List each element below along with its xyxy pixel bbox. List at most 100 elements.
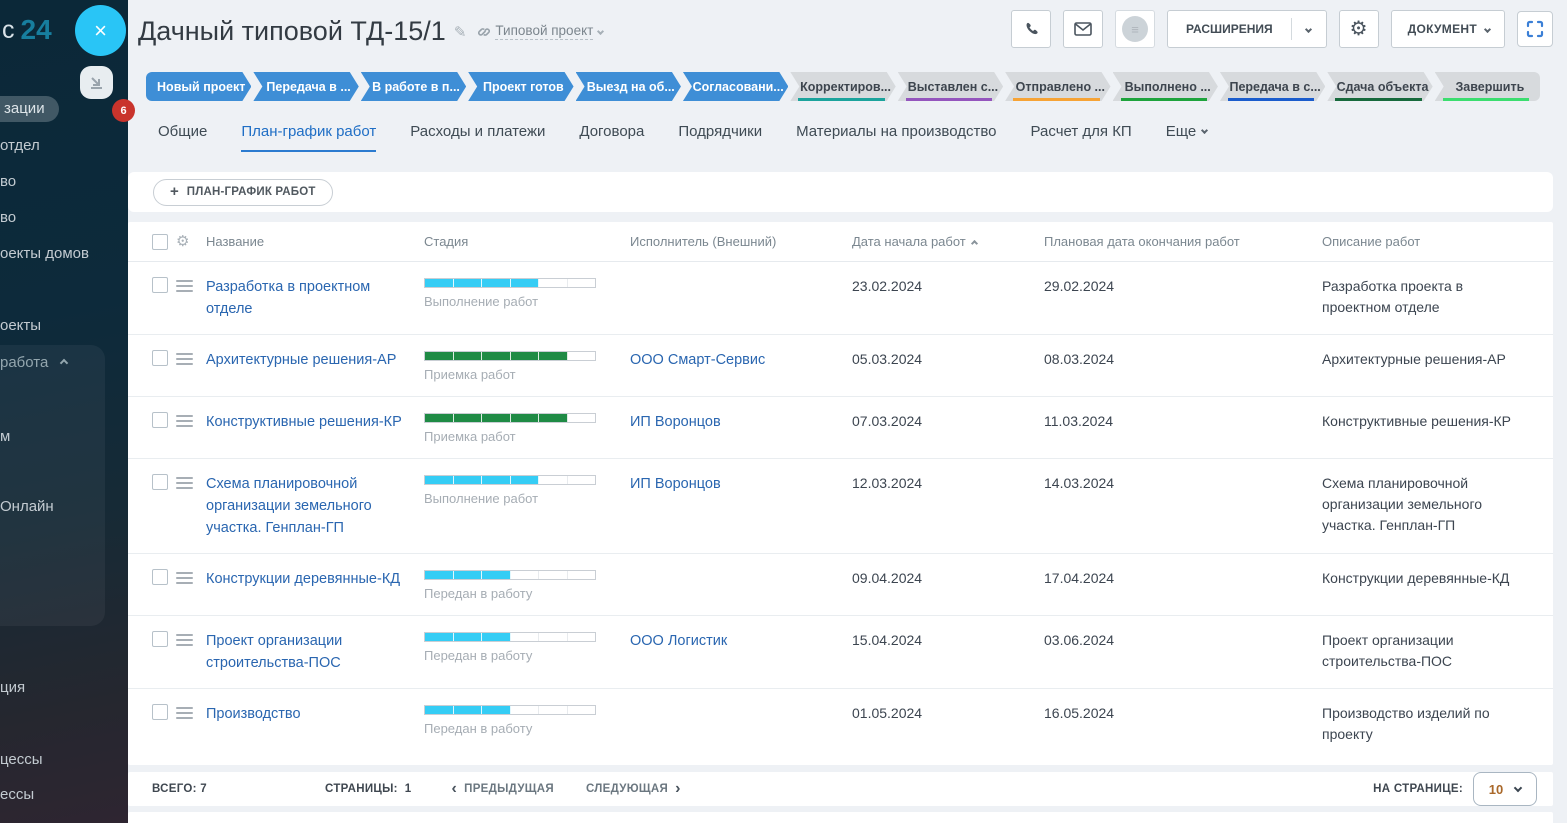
sidebar-section-work[interactable]: работа <box>0 354 67 371</box>
progress-bar <box>424 413 596 423</box>
progress-bar <box>424 705 596 715</box>
executor-link[interactable]: ИП Воронцов <box>630 411 735 433</box>
row-checkbox[interactable] <box>152 569 168 585</box>
stage-label: Выполнение работ <box>424 294 630 309</box>
work-item-link[interactable]: Конструктивные решения-КР <box>206 411 416 433</box>
row-checkbox[interactable] <box>152 631 168 647</box>
gear-icon: ⚙ <box>1350 19 1368 39</box>
row-checkbox[interactable] <box>152 277 168 293</box>
drag-handle-icon[interactable] <box>176 477 193 489</box>
tab-more[interactable]: Еще <box>1166 123 1208 152</box>
sidebar-item-department[interactable]: отдел <box>0 137 40 154</box>
sidebar-item-processes-2[interactable]: ессы <box>0 786 34 803</box>
sidebar-item-house-projects[interactable]: оекты домов <box>0 245 89 262</box>
work-item-link[interactable]: Производство <box>206 703 315 725</box>
end-date: 29.02.2024 <box>1044 276 1322 297</box>
sidebar-item-3[interactable]: во <box>0 209 16 226</box>
select-all-checkbox[interactable] <box>152 234 168 250</box>
work-item-link[interactable]: Схема планировочной организации земельно… <box>206 473 424 539</box>
tab-general[interactable]: Общие <box>158 123 207 152</box>
template-name: Типовой проект <box>495 23 593 40</box>
stage-label: Проект готов <box>483 80 564 94</box>
executor-link[interactable]: ИП Воронцов <box>630 473 735 495</box>
pipeline-stage[interactable]: Выставлен с... <box>898 72 1003 101</box>
close-button[interactable]: × <box>75 5 126 56</box>
row-checkbox[interactable] <box>152 704 168 720</box>
executor-link[interactable]: ООО Смарт-Сервис <box>630 349 779 371</box>
page-title: Дачный типовой ТД-15/1 <box>138 16 446 47</box>
drag-handle-icon[interactable] <box>176 707 193 719</box>
tab-contractors[interactable]: Подрядчики <box>678 123 762 152</box>
col-header-description[interactable]: Описание работ <box>1322 234 1537 249</box>
prev-page-button[interactable]: ‹ ПРЕДЫДУЩАЯ <box>451 781 553 797</box>
collapse-menu-button[interactable] <box>80 66 113 99</box>
pipeline-stage[interactable]: Выезд на об... <box>576 72 681 101</box>
1c-button[interactable]: ≡ <box>1115 10 1155 48</box>
add-schedule-button[interactable]: + ПЛАН-ГРАФИК РАБОТ <box>153 179 333 206</box>
next-page-button[interactable]: СЛЕДУЮЩАЯ › <box>586 781 681 797</box>
pipeline-stage[interactable]: Новый проект <box>146 72 251 101</box>
col-header-start-date[interactable]: Дата начала работ <box>852 234 1044 249</box>
sidebar-item-organizations[interactable]: зации <box>0 96 59 122</box>
col-header-name[interactable]: Название <box>206 234 424 249</box>
row-checkbox[interactable] <box>152 350 168 366</box>
settings-button[interactable]: ⚙ <box>1339 10 1379 48</box>
work-item-link[interactable]: Разработка в проектном отделе <box>206 276 424 320</box>
col-header-executor[interactable]: Исполнитель (Внешний) <box>630 234 852 249</box>
pipeline-stage[interactable]: Корректиров... <box>790 72 895 101</box>
stage-label: Приемка работ <box>424 429 630 444</box>
col-header-stage[interactable]: Стадия <box>424 234 630 249</box>
grid-settings-gear-icon[interactable]: ⚙ <box>176 234 206 249</box>
row-checkbox[interactable] <box>152 474 168 490</box>
extensions-button[interactable]: РАСШИРЕНИЯ <box>1167 10 1327 48</box>
col-header-end-date[interactable]: Плановая дата окончания работ <box>1044 234 1322 249</box>
pipeline-stage[interactable]: Проект готов <box>468 72 573 101</box>
pipeline-stage[interactable]: Сдача объекта <box>1327 72 1432 101</box>
stage-label: Новый проект <box>157 80 245 94</box>
start-date: 15.04.2024 <box>852 630 1044 651</box>
mail-icon <box>1074 22 1092 36</box>
document-button[interactable]: ДОКУМЕНТ <box>1391 10 1505 48</box>
per-page-select[interactable]: 10 <box>1473 772 1537 806</box>
work-item-link[interactable]: Архитектурные решения-АР <box>206 349 410 371</box>
extensions-dropdown[interactable] <box>1292 27 1326 32</box>
sort-asc-icon <box>971 239 978 246</box>
start-date: 12.03.2024 <box>852 473 1044 494</box>
pipeline-stage[interactable]: Завершить <box>1435 72 1540 101</box>
drag-handle-icon[interactable] <box>176 634 193 646</box>
row-checkbox[interactable] <box>152 412 168 428</box>
sidebar-item-projects[interactable]: оекты <box>0 317 41 334</box>
pipeline-stage[interactable]: Передача в ... <box>253 72 358 101</box>
tab-work-schedule[interactable]: План-график работ <box>241 123 376 152</box>
sidebar-item-processes[interactable]: цессы <box>0 751 43 768</box>
pipeline-stage[interactable]: Выполнено ... <box>1113 72 1218 101</box>
expand-button[interactable] <box>1517 11 1553 47</box>
pipeline-stage[interactable]: Согласовани... <box>683 72 788 101</box>
work-item-link[interactable]: Проект организации строительства-ПОС <box>206 630 424 674</box>
template-selector[interactable]: Типовой проект <box>478 23 603 40</box>
stage-label: Корректиров... <box>800 80 891 94</box>
email-button[interactable] <box>1063 10 1103 48</box>
executor-link[interactable]: ООО Логистик <box>630 630 741 652</box>
drag-handle-icon[interactable] <box>176 280 193 292</box>
pipeline-stage[interactable]: В работе в п... <box>361 72 466 101</box>
table-row: Производство Передан в работу 01.05.2024… <box>128 689 1553 759</box>
call-button[interactable] <box>1011 10 1051 48</box>
sidebar-item-online[interactable]: Онлайн <box>0 498 54 515</box>
drag-handle-icon[interactable] <box>176 353 193 365</box>
tab-expenses[interactable]: Расходы и платежи <box>410 123 545 152</box>
sidebar-item-2[interactable]: во <box>0 173 16 190</box>
drag-handle-icon[interactable] <box>176 415 193 427</box>
tab-kp-calc[interactable]: Расчет для КП <box>1031 123 1132 152</box>
pipeline-stage[interactable]: Передача в с... <box>1220 72 1325 101</box>
edit-pencil-icon[interactable]: ✎ <box>454 23 467 41</box>
pages-value: 1 <box>405 783 412 795</box>
drag-handle-icon[interactable] <box>176 572 193 584</box>
pipeline-stage[interactable]: Отправлено ... <box>1005 72 1110 101</box>
work-item-link[interactable]: Конструкции деревянные-КД <box>206 568 414 590</box>
tab-materials[interactable]: Материалы на производство <box>796 123 996 152</box>
sidebar-item-9[interactable]: ция <box>0 679 25 696</box>
table-header-row: ⚙ Название Стадия Исполнитель (Внешний) … <box>128 222 1553 262</box>
tab-contracts[interactable]: Договора <box>579 123 644 152</box>
sidebar-item-7[interactable]: м <box>0 428 10 445</box>
